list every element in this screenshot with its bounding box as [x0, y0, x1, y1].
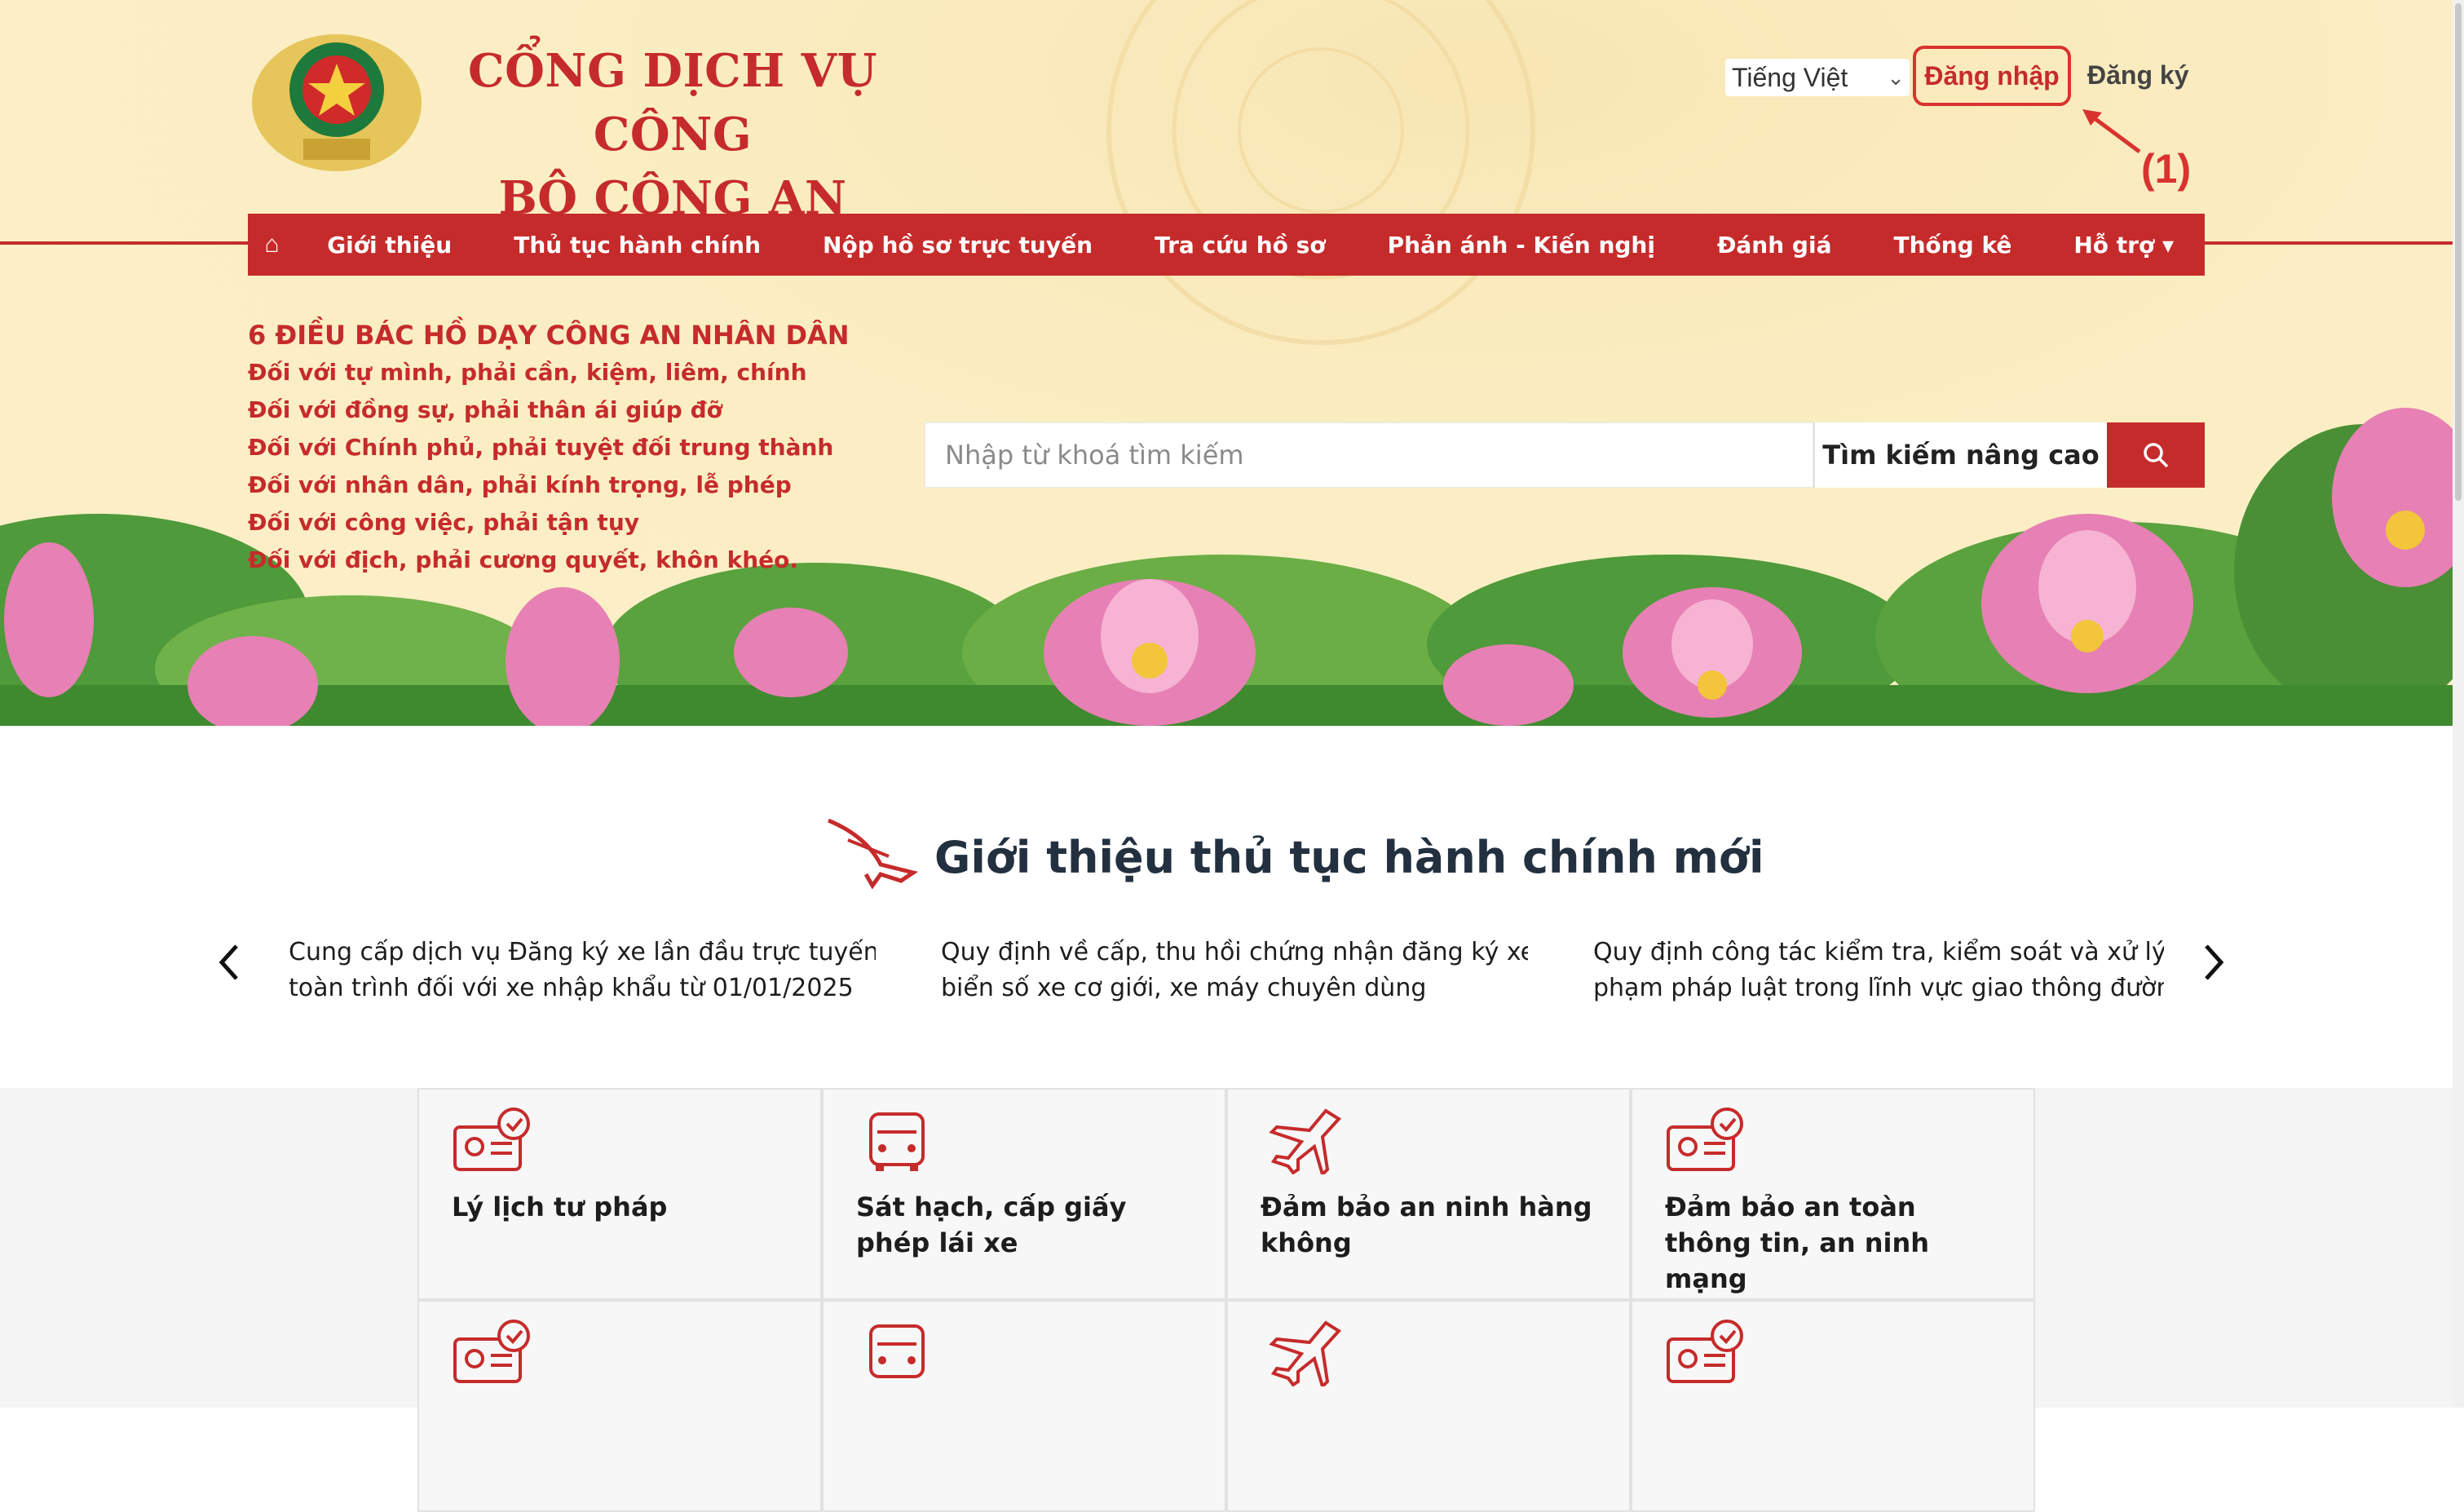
- id-card-check-icon: [453, 1107, 530, 1171]
- advanced-search-button[interactable]: Tìm kiếm nâng cao: [1813, 422, 2107, 488]
- police-emblem-icon: [252, 34, 422, 171]
- teaching-line: Đối với địch, phải cương quyết, khôn khé…: [248, 546, 799, 573]
- login-button[interactable]: Đăng nhập: [1913, 46, 2071, 106]
- home-icon[interactable]: ⌂: [248, 231, 296, 259]
- nav-item-nop-ho-so[interactable]: Nộp hồ sơ trực tuyến: [792, 232, 1124, 259]
- news-item[interactable]: Cung cấp dịch vụ Đăng ký xe lần đầu trực…: [289, 935, 876, 1006]
- nav-item-gioi-thieu[interactable]: Giới thiệu: [296, 232, 483, 259]
- teaching-line: Đối với tự mình, phải cần, kiệm, liêm, c…: [248, 359, 807, 386]
- id-card-check-icon: [1667, 1320, 1743, 1383]
- id-card-check-icon: [1667, 1107, 1743, 1171]
- chevron-down-icon: ⌄: [1887, 65, 1905, 90]
- scrollbar-thumb[interactable]: [2455, 3, 2462, 501]
- service-card[interactable]: Đảm bảo an ninh hàng không: [1226, 1088, 1631, 1300]
- service-card-title: Sát hạch, cấp giấy phép lái xe: [856, 1191, 1127, 1258]
- nav-item-ho-tro[interactable]: Hỗ trợ ▾: [2042, 232, 2205, 259]
- search-button[interactable]: [2107, 422, 2205, 488]
- news-line: Quy định về cấp, thu hồi chứng nhận đăng…: [941, 938, 1528, 966]
- news-line: Quy định công tác kiểm tra, kiểm soát và…: [1593, 938, 2164, 966]
- teaching-line: Đối với đồng sự, phải thân ái giúp đỡ: [248, 396, 722, 423]
- register-link[interactable]: Đăng ký: [2087, 57, 2188, 93]
- hero-banner: CỔNG DỊCH VỤ CÔNG BỘ CÔNG AN Tiếng Việt …: [0, 0, 2464, 726]
- news-line: Cung cấp dịch vụ Đăng ký xe lần đầu trực…: [289, 938, 876, 966]
- teaching-line: Đối với Chính phủ, phải tuyệt đối trung …: [248, 434, 834, 461]
- search-icon: [2144, 443, 2169, 468]
- service-card[interactable]: Sát hạch, cấp giấy phép lái xe: [822, 1088, 1226, 1300]
- nav-item-thong-ke[interactable]: Thống kê: [1862, 232, 2042, 259]
- news-item[interactable]: Quy định công tác kiểm tra, kiểm soát và…: [1593, 935, 2164, 1006]
- car-icon: [869, 1324, 925, 1378]
- service-card-title: Đảm bảo an ninh hàng không: [1261, 1191, 1592, 1258]
- news-line: toàn trình đối với xe nhập khẩu từ 01/01…: [289, 974, 854, 1002]
- news-line: biển số xe cơ giới, xe máy chuyên dùng: [941, 974, 1427, 1002]
- language-value: Tiếng Việt: [1732, 63, 1848, 92]
- news-item[interactable]: Quy định về cấp, thu hồi chứng nhận đăng…: [941, 935, 1528, 1006]
- annotation-arrow-icon: [2082, 109, 2141, 154]
- nav-item-phan-anh[interactable]: Phản ánh - Kiến nghị: [1357, 232, 1686, 259]
- nav-item-tra-cuu[interactable]: Tra cứu hồ sơ: [1124, 232, 1357, 259]
- teaching-line: Đối với nhân dân, phải kính trọng, lễ ph…: [248, 471, 792, 498]
- nav-item-thu-tuc[interactable]: Thủ tục hành chính: [483, 232, 792, 259]
- airplane-icon: [1269, 1320, 1342, 1386]
- id-card-check-icon: [453, 1320, 530, 1383]
- service-card-title: Lý lịch tư pháp: [452, 1191, 668, 1222]
- nav-item-ho-tro-label: Hỗ trợ: [2073, 231, 2155, 259]
- six-teachings: 6 ĐIỀU BÁC HỒ DẠY CÔNG AN NHÂN DÂN Đối v…: [248, 316, 850, 579]
- car-icon: [869, 1112, 925, 1171]
- service-card-title: Đảm bảo an toàn thông tin, an ninh mạng: [1665, 1191, 1930, 1294]
- drum-bird-icon: [828, 818, 919, 889]
- carousel-prev-icon[interactable]: [212, 938, 245, 987]
- service-card[interactable]: [822, 1300, 1226, 1512]
- service-card[interactable]: [417, 1300, 822, 1512]
- teaching-line: Đối với công việc, phải tận tụy: [248, 509, 640, 536]
- page-scrollbar[interactable]: [2453, 0, 2464, 1408]
- annotation-label: (1): [2141, 146, 2192, 192]
- airplane-icon: [1269, 1108, 1342, 1174]
- search-input[interactable]: Nhập từ khoá tìm kiếm: [925, 422, 1813, 488]
- caret-down-icon: ▾: [2162, 231, 2174, 259]
- brand-line-1: CỔNG DỊCH VỤ CÔNG: [468, 44, 877, 161]
- service-card[interactable]: Lý lịch tư pháp: [417, 1088, 822, 1300]
- section-title: Giới thiệu thủ tục hành chính mới: [934, 832, 1764, 883]
- six-teachings-heading: 6 ĐIỀU BÁC HỒ DẠY CÔNG AN NHÂN DÂN: [248, 320, 850, 351]
- portal-brand: CỔNG DỊCH VỤ CÔNG BỘ CÔNG AN: [424, 39, 921, 230]
- carousel-next-icon[interactable]: [2198, 938, 2231, 987]
- search-bar: Nhập từ khoá tìm kiếm Tìm kiếm nâng cao: [925, 422, 2205, 488]
- main-nav: ⌂ Giới thiệu Thủ tục hành chính Nộp hồ s…: [248, 214, 2205, 276]
- language-select[interactable]: Tiếng Việt ⌄: [1725, 59, 1910, 96]
- nav-item-danh-gia[interactable]: Đánh giá: [1686, 232, 1863, 259]
- news-line: phạm pháp luật trong lĩnh vực giao thông…: [1593, 974, 2164, 1002]
- service-card[interactable]: Đảm bảo an toàn thông tin, an ninh mạng: [1631, 1088, 2035, 1300]
- service-card[interactable]: [1226, 1300, 1631, 1512]
- service-card[interactable]: [1631, 1300, 2035, 1512]
